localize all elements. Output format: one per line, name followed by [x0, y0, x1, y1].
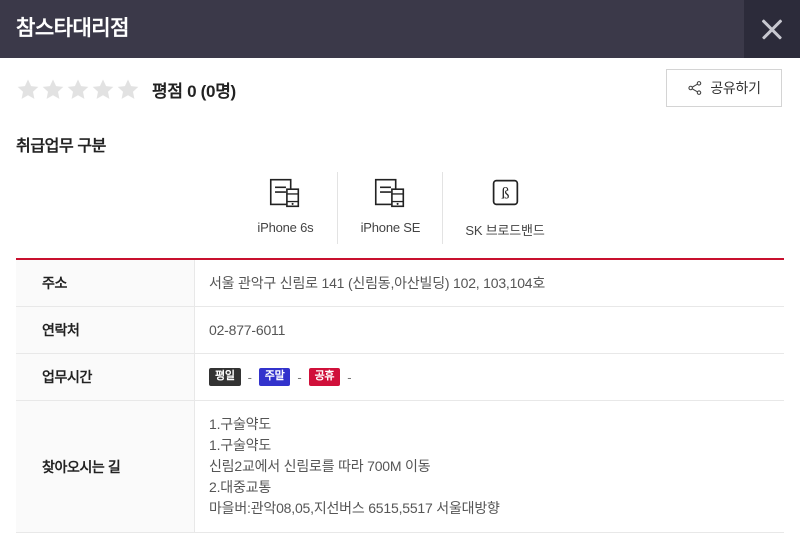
svg-text:ß: ß	[501, 186, 509, 203]
row-value-address: 서울 관악구 신림로 141 (신림동,아산빌딩) 102, 103,104호	[209, 275, 546, 291]
directions-line: 신림2교에서 신림로를 따라 700M 이동	[209, 458, 431, 474]
row-value-hours: 평일 - 주말 - 공휴 -	[195, 354, 785, 401]
rating-row: 평점 0 (0명) 공유하기	[0, 58, 800, 120]
star-icon	[17, 79, 39, 99]
share-button-label: 공유하기	[710, 80, 761, 96]
store-detail-page: 참스타대리점 평점 0 (0명) 공유하기 취급업무 구분 iPhone 6s …	[0, 0, 800, 533]
directions-line: 1.구술약도	[209, 416, 271, 432]
share-icon	[688, 81, 702, 95]
share-button[interactable]: 공유하기	[666, 69, 782, 107]
services-section-title: 취급업무 구분	[16, 138, 106, 155]
device-document-icon	[371, 172, 409, 214]
hours-badges: 평일 - 주말 - 공휴 -	[209, 367, 784, 387]
star-icon	[117, 79, 139, 99]
close-button[interactable]	[744, 0, 800, 58]
badge-weekend-value: -	[297, 369, 302, 385]
broadband-b-icon: ß	[486, 172, 524, 214]
table-row-contact: 연락처 02-877-6011	[16, 306, 785, 354]
row-value-directions: 1.구술약도 1.구술약도 신림2교에서 신림로를 따라 700M 이동 2.대…	[195, 401, 785, 533]
rating-score-text: 평점 0 (0명)	[152, 81, 236, 101]
store-info-table: 주소 서울 관악구 신림로 141 (신림동,아산빌딩) 102, 103,10…	[16, 258, 784, 533]
badge-holiday-value: -	[347, 369, 352, 385]
star-icon	[92, 79, 114, 99]
services-list: iPhone 6s iPhone SE ß SK 브로드밴드	[0, 172, 800, 244]
service-item-iphone-6s[interactable]: iPhone 6s	[233, 172, 337, 244]
table-row-directions: 찾아오시는 길 1.구술약도 1.구술약도 신림2교에서 신림로를 따라 700…	[16, 400, 785, 533]
row-value-contact[interactable]: 02-877-6011	[195, 307, 785, 354]
row-label-hours: 업무시간	[16, 353, 195, 401]
row-label-contact: 연락처	[16, 306, 195, 354]
badge-weekday: 평일	[209, 367, 241, 387]
table-row-hours: 업무시간 평일 - 주말 - 공휴 -	[16, 353, 785, 401]
directions-line: 마을버:관악08,05,지선버스 6515,5517 서울대방향	[209, 500, 500, 516]
page-title: 참스타대리점	[16, 17, 129, 40]
directions-line: 2.대중교통	[209, 479, 271, 495]
service-label: iPhone 6s	[257, 220, 314, 235]
row-label-directions: 찾아오시는 길	[16, 400, 195, 533]
rating-stars[interactable]	[16, 77, 140, 101]
directions-line: 1.구술약도	[209, 437, 271, 453]
star-icon	[67, 79, 89, 99]
badge-holiday: 공휴	[308, 367, 341, 387]
device-document-icon	[266, 172, 304, 214]
badge-weekday-value: -	[247, 369, 252, 385]
row-label-address: 주소	[16, 259, 195, 307]
star-icon	[42, 79, 64, 99]
table-row-address: 주소 서울 관악구 신림로 141 (신림동,아산빌딩) 102, 103,10…	[16, 259, 784, 307]
close-icon	[759, 16, 785, 42]
service-label: SK 브로드밴드	[465, 223, 545, 238]
service-item-iphone-se[interactable]: iPhone SE	[337, 172, 442, 244]
service-item-sk-broadband[interactable]: ß SK 브로드밴드	[442, 172, 566, 244]
service-label: iPhone SE	[360, 220, 421, 235]
header-bar: 참스타대리점	[0, 0, 800, 58]
badge-weekend: 주말	[258, 367, 291, 387]
